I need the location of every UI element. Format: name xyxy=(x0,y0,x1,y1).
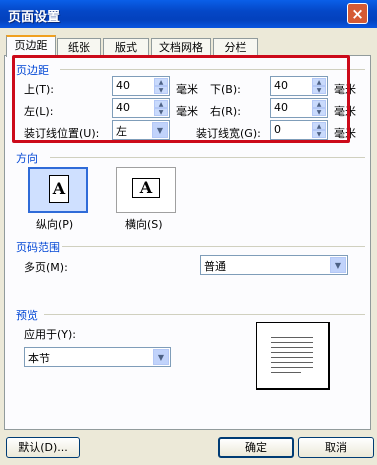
chevron-down-icon[interactable]: ▼ xyxy=(153,349,169,365)
preview-text-line xyxy=(271,337,313,338)
landscape-page-icon: A xyxy=(132,178,160,198)
tab-paper[interactable]: 纸张 xyxy=(57,38,101,55)
page-range-section-title: 页码范围 xyxy=(16,241,60,254)
multiple-pages-value: 普通 xyxy=(204,260,226,273)
portrait-label: 纵向(P) xyxy=(36,218,74,231)
preview-text-line xyxy=(271,362,313,363)
preview-text-line xyxy=(271,342,313,343)
orientation-separator xyxy=(50,157,365,158)
apply-to-select[interactable]: 本节 ▼ xyxy=(24,347,171,367)
preview-text-line xyxy=(271,367,313,368)
window-title: 页面设置 xyxy=(8,10,61,25)
preview-text-line xyxy=(271,372,301,373)
default-button[interactable]: 默认(D)... xyxy=(6,437,80,458)
landscape-label: 横向(S) xyxy=(125,218,163,231)
landscape-button[interactable]: A xyxy=(116,167,176,213)
multiple-pages-label: 多页(M): xyxy=(24,261,68,274)
portrait-button[interactable]: A xyxy=(28,167,88,213)
orientation-section-title: 方向 xyxy=(16,152,38,165)
tab-margins[interactable]: 页边距 xyxy=(6,35,56,57)
highlight-outline xyxy=(12,55,350,143)
ok-button[interactable]: 确定 xyxy=(218,437,294,458)
apply-to-label: 应用于(Y): xyxy=(24,328,77,341)
tab-columns[interactable]: 分栏 xyxy=(213,38,258,55)
page-range-separator xyxy=(62,246,365,247)
tab-layout[interactable]: 版式 xyxy=(103,38,149,55)
tab-document-grid[interactable]: 文档网格 xyxy=(151,38,211,55)
preview-separator xyxy=(44,314,365,315)
close-button[interactable]: × xyxy=(347,3,368,24)
multiple-pages-select[interactable]: 普通 ▼ xyxy=(200,255,348,275)
preview-text-line xyxy=(271,357,313,358)
preview-text-line xyxy=(271,352,313,353)
page-preview-thumbnail xyxy=(256,322,330,390)
portrait-page-icon: A xyxy=(49,175,69,203)
chevron-down-icon[interactable]: ▼ xyxy=(330,257,346,273)
cancel-button[interactable]: 取消 xyxy=(298,437,374,458)
apply-to-value: 本节 xyxy=(28,352,50,365)
preview-section-title: 预览 xyxy=(16,309,38,322)
preview-text-line xyxy=(271,347,313,348)
